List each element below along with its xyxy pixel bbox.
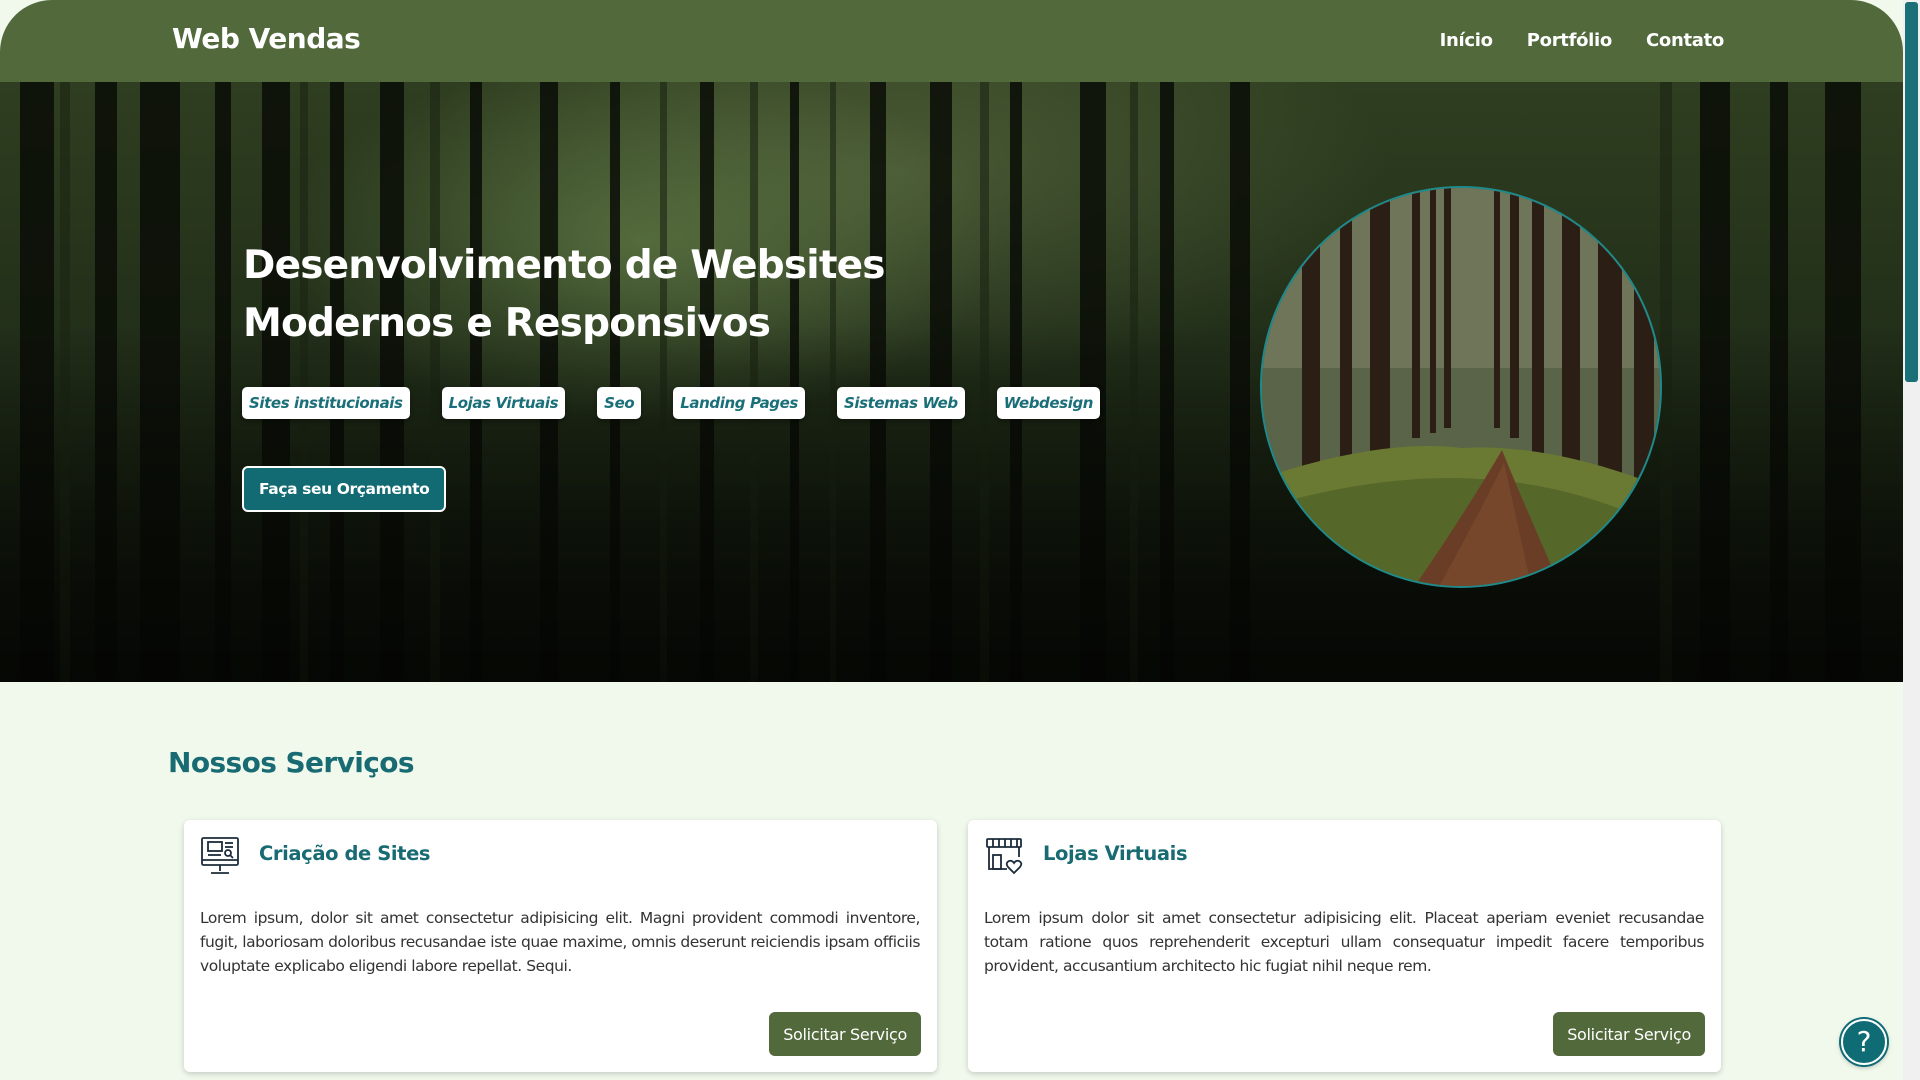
services-title: Nossos Serviços xyxy=(168,746,415,779)
tag-sites-institucionais: Sites institucionais xyxy=(242,387,410,419)
card-description: Lorem ipsum dolor sit amet consectetur a… xyxy=(984,909,1704,975)
card-title: Criação de Sites xyxy=(259,842,431,865)
scrollbar[interactable] xyxy=(1903,0,1920,1080)
hero-title-line-2: Modernos e Responsivos xyxy=(243,301,771,346)
site-header: Web Vendas Início Portfólio Contato xyxy=(0,0,1903,82)
request-service-button[interactable]: Solicitar Serviço xyxy=(769,1012,921,1056)
hero-title-line-1: Desenvolvimento de Websites xyxy=(243,243,886,288)
quote-button[interactable]: Faça seu Orçamento xyxy=(242,466,447,512)
nav-link-inicio[interactable]: Início xyxy=(1440,30,1493,51)
tag-webdesign: Webdesign xyxy=(996,387,1101,419)
service-card-criacao-de-sites: Criação de Sites Lorem ipsum, dolor sit … xyxy=(184,820,937,1072)
help-button[interactable]: ? xyxy=(1841,1019,1887,1065)
hero-section: Desenvolvimento de Websites Modernos e R… xyxy=(0,82,1903,682)
scrollbar-thumb[interactable] xyxy=(1905,2,1918,382)
card-title: Lojas Virtuais xyxy=(1043,842,1188,865)
main-nav: Início Portfólio Contato xyxy=(1440,30,1725,51)
nav-link-portfolio[interactable]: Portfólio xyxy=(1527,30,1613,51)
request-service-button[interactable]: Solicitar Serviço xyxy=(1553,1012,1705,1056)
online-store-icon xyxy=(986,838,1023,875)
service-card-lojas-virtuais: Lojas Virtuais Lorem ipsum dolor sit ame… xyxy=(968,820,1721,1072)
website-monitor-icon xyxy=(201,837,239,874)
service-tags: Sites institucionais Lojas Virtuais Seo … xyxy=(242,387,1101,419)
tag-landing-pages: Landing Pages xyxy=(673,387,805,419)
tag-lojas-virtuais: Lojas Virtuais xyxy=(441,387,566,419)
forest-path-photo xyxy=(1260,186,1662,588)
nav-link-contato[interactable]: Contato xyxy=(1646,30,1724,51)
brand-logo[interactable]: Web Vendas xyxy=(172,22,361,55)
card-description: Lorem ipsum, dolor sit amet consectetur … xyxy=(200,909,920,975)
hero-title: Desenvolvimento de Websites Modernos e R… xyxy=(243,237,943,353)
tag-seo: Seo xyxy=(597,387,642,419)
page: Web Vendas Início Portfólio Contato Dese… xyxy=(0,0,1920,1080)
tag-sistemas-web: Sistemas Web xyxy=(836,387,965,419)
